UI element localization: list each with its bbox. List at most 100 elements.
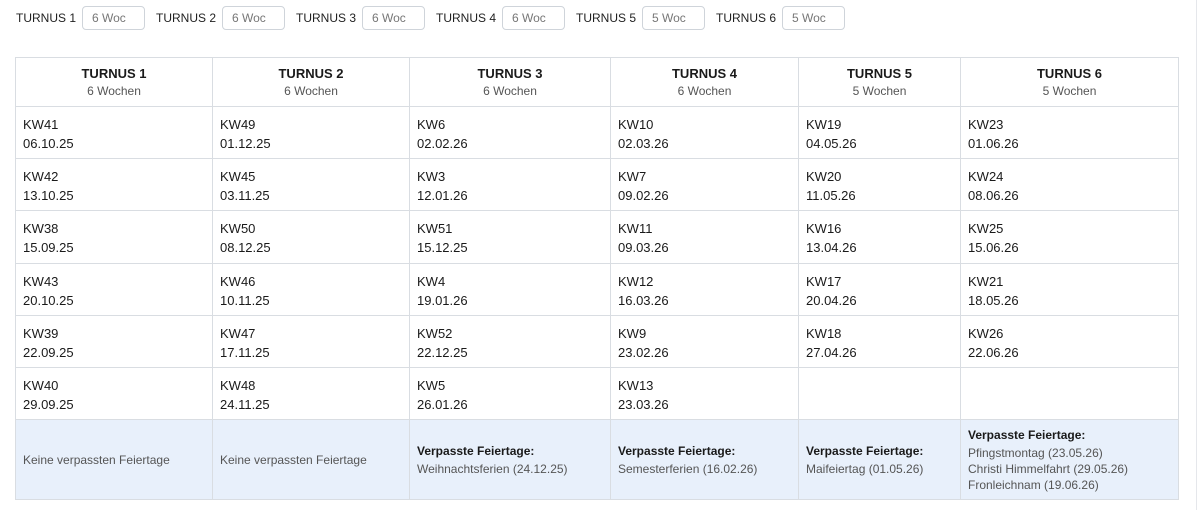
table-row: KW42 13.10.25 KW45 03.11.25 KW3 12.01.26 KW7 09… — [15, 158, 1179, 212]
column-header-turnus-1: TURNUS 1 6 Wochen — [15, 57, 213, 107]
week-start-date: 15.09.25 — [23, 240, 74, 256]
turnus-2-input-group: TURNUS 2 — [156, 6, 296, 30]
week-start-date: 23.02.26 — [618, 344, 669, 360]
week-cell: KW38 15.09.25 — [15, 210, 213, 264]
turnus-input-bar: TURNUS 1 TURNUS 2 TURNUS 3 TURNUS 4 TURNUS 5… — [16, 6, 856, 30]
missed-holidays-cell: Verpasste Feiertage: Maifeiertag (01.05.2… — [798, 419, 961, 501]
week-start-date: 10.11.25 — [220, 292, 270, 308]
week-start-date: 12.01.26 — [417, 188, 468, 204]
calendar-week: KW46 — [220, 273, 256, 289]
column-title: TURNUS 6 — [1036, 66, 1102, 81]
week-start-date: 27.04.26 — [806, 344, 857, 360]
calendar-week: KW21 — [968, 273, 1004, 289]
turnus-schedule-table: TURNUS 16 Wochen TURNUS 26 Wochen TURNUS 3… — [15, 57, 1179, 501]
turnus-6-weeks-input[interactable] — [782, 6, 846, 30]
turnus-3-weeks-input[interactable] — [362, 6, 426, 30]
turnus-4-weeks-input[interactable] — [502, 6, 566, 30]
turnus-3-label: TURNUS 3 — [296, 11, 357, 25]
week-start-date: 22.09.25 — [23, 344, 74, 360]
week-start-date: 23.03.26 — [618, 396, 669, 412]
week-cell: KW6 02.02.26 — [409, 105, 611, 160]
calendar-week: KW16 — [806, 221, 842, 237]
week-cell: KW16 13.04.26 — [798, 210, 961, 264]
week-cell: KW48 24.11.25 — [212, 366, 410, 421]
calendar-week: KW50 — [220, 221, 256, 237]
page-right-divider — [1196, 0, 1197, 510]
column-subtitle: 6 Wochen — [87, 84, 141, 98]
missed-holidays-cell: Verpasste Feiertage: Pfingstmontag (23.05… — [960, 419, 1179, 501]
week-cell: KW39 22.09.25 — [15, 314, 213, 368]
calendar-week: KW3 — [417, 169, 446, 185]
week-cell: KW24 08.06.26 — [960, 158, 1179, 212]
week-start-date: 15.12.25 — [417, 240, 468, 256]
week-cell: KW41 06.10.25 — [15, 105, 213, 160]
week-cell: KW51 15.12.25 — [409, 210, 611, 264]
week-start-date: 02.03.26 — [618, 136, 669, 151]
week-start-date: 08.12.25 — [220, 240, 271, 256]
turnus-6-label: TURNUS 6 — [716, 11, 777, 25]
week-cell: KW43 20.10.25 — [15, 262, 213, 316]
week-start-date: 01.12.25 — [220, 136, 271, 151]
empty-cell — [798, 366, 961, 421]
column-title: TURNUS 1 — [81, 66, 147, 81]
turnus-5-weeks-input[interactable] — [642, 6, 706, 30]
calendar-week: KW7 — [618, 169, 647, 185]
calendar-week: KW24 — [968, 169, 1004, 185]
week-start-date: 13.10.25 — [23, 188, 74, 204]
calendar-week: KW4 — [417, 273, 446, 289]
week-start-date: 22.06.26 — [968, 344, 1019, 360]
week-start-date: 24.11.25 — [220, 396, 270, 412]
missed-holidays-title: Verpasste Feiertage: — [806, 443, 924, 458]
missed-holiday-item: Pfingstmontag (23.05.26) — [968, 445, 1103, 460]
calendar-week: KW40 — [23, 377, 59, 393]
week-cell: KW17 20.04.26 — [798, 262, 961, 316]
calendar-week: KW48 — [220, 377, 256, 393]
column-header-turnus-2: TURNUS 2 6 Wochen — [212, 57, 410, 107]
missed-holiday-item: Weihnachtsferien (24.12.25) — [417, 461, 568, 476]
missed-holiday-item: Maifeiertag (01.05.26) — [806, 461, 924, 476]
calendar-week: KW26 — [968, 325, 1004, 341]
column-header-turnus-6: TURNUS 6 5 Wochen — [960, 57, 1179, 107]
week-start-date: 15.06.26 — [968, 240, 1019, 256]
calendar-week: KW6 — [417, 117, 446, 132]
week-start-date: 02.02.26 — [417, 136, 468, 151]
calendar-week: KW43 — [23, 273, 59, 289]
week-start-date: 04.05.26 — [806, 136, 857, 151]
column-title: TURNUS 2 — [278, 66, 344, 81]
week-cell: KW45 03.11.25 — [212, 158, 410, 212]
missed-holidays-title: Verpasste Feiertage: — [417, 443, 535, 458]
week-cell: KW4 19.01.26 — [409, 262, 611, 316]
week-cell: KW13 23.03.26 — [610, 366, 799, 421]
week-cell: KW25 15.06.26 — [960, 210, 1179, 264]
calendar-week: KW10 — [618, 117, 654, 132]
calendar-week: KW9 — [618, 325, 647, 341]
week-start-date: 16.03.26 — [618, 292, 669, 308]
column-subtitle: 6 Wochen — [483, 84, 537, 98]
column-header-turnus-3: TURNUS 3 6 Wochen — [409, 57, 611, 107]
turnus-1-label: TURNUS 1 — [16, 11, 77, 25]
calendar-week: KW12 — [618, 273, 654, 289]
week-start-date: 17.11.25 — [220, 344, 270, 360]
week-start-date: 29.09.25 — [23, 396, 74, 412]
week-start-date: 19.01.26 — [417, 292, 468, 308]
week-cell: KW40 29.09.25 — [15, 366, 213, 421]
week-start-date: 09.02.26 — [618, 188, 669, 204]
turnus-4-input-group: TURNUS 4 — [436, 6, 576, 30]
week-cell: KW19 04.05.26 — [798, 105, 961, 160]
week-cell: KW47 17.11.25 — [212, 314, 410, 368]
week-start-date: 03.11.25 — [220, 188, 270, 204]
column-header-turnus-4: TURNUS 4 6 Wochen — [610, 57, 799, 107]
empty-cell — [960, 366, 1179, 421]
calendar-week: KW17 — [806, 273, 842, 289]
week-start-date: 01.06.26 — [968, 136, 1019, 151]
week-start-date: 20.10.25 — [23, 292, 74, 308]
week-start-date: 06.10.25 — [23, 136, 74, 151]
turnus-1-weeks-input[interactable] — [82, 6, 146, 30]
missed-holidays-title: Verpasste Feiertage: — [618, 443, 736, 458]
turnus-2-weeks-input[interactable] — [222, 6, 286, 30]
missed-holidays-cell: Verpasste Feiertage: Weihnachtsferien (24… — [409, 419, 611, 501]
week-start-date: 20.04.26 — [806, 292, 857, 308]
calendar-week: KW39 — [23, 325, 59, 341]
column-title: TURNUS 5 — [846, 66, 912, 81]
calendar-week: KW41 — [23, 117, 59, 132]
